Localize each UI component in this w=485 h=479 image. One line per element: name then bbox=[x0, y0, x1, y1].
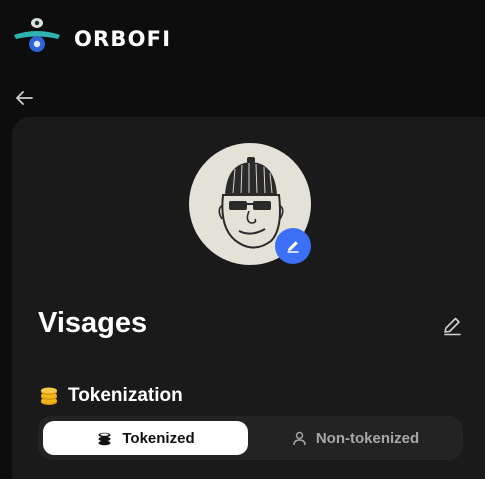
edit-name-button[interactable] bbox=[441, 315, 463, 337]
tab-label: Tokenized bbox=[122, 429, 195, 447]
coins-icon bbox=[96, 430, 113, 447]
tab-non-tokenized[interactable]: Non-tokenized bbox=[253, 421, 458, 455]
back-button[interactable] bbox=[12, 86, 36, 110]
tokenization-heading: Tokenization bbox=[38, 383, 183, 409]
brand-name: ORBOFI bbox=[74, 27, 172, 51]
pencil-icon bbox=[287, 241, 299, 253]
tab-tokenized[interactable]: Tokenized bbox=[43, 421, 248, 455]
edit-avatar-button[interactable] bbox=[275, 228, 311, 264]
user-icon bbox=[292, 431, 307, 446]
arrow-left-icon bbox=[16, 91, 33, 105]
tab-label: Non-tokenized bbox=[315, 429, 420, 447]
coins-stack-icon bbox=[41, 387, 57, 405]
pencil-outline-icon bbox=[444, 317, 461, 336]
avatar-container bbox=[189, 143, 311, 265]
orbofi-logo-icon bbox=[14, 18, 60, 52]
page: ORBOFI Visages Tokenization Tokenized No… bbox=[0, 0, 485, 479]
section-title: Tokenization bbox=[68, 385, 183, 406]
tokenization-tabs: Tokenized Non-tokenized bbox=[38, 416, 463, 460]
profile-name: Visages bbox=[38, 307, 148, 339]
brand-logo[interactable]: ORBOFI bbox=[12, 16, 172, 56]
